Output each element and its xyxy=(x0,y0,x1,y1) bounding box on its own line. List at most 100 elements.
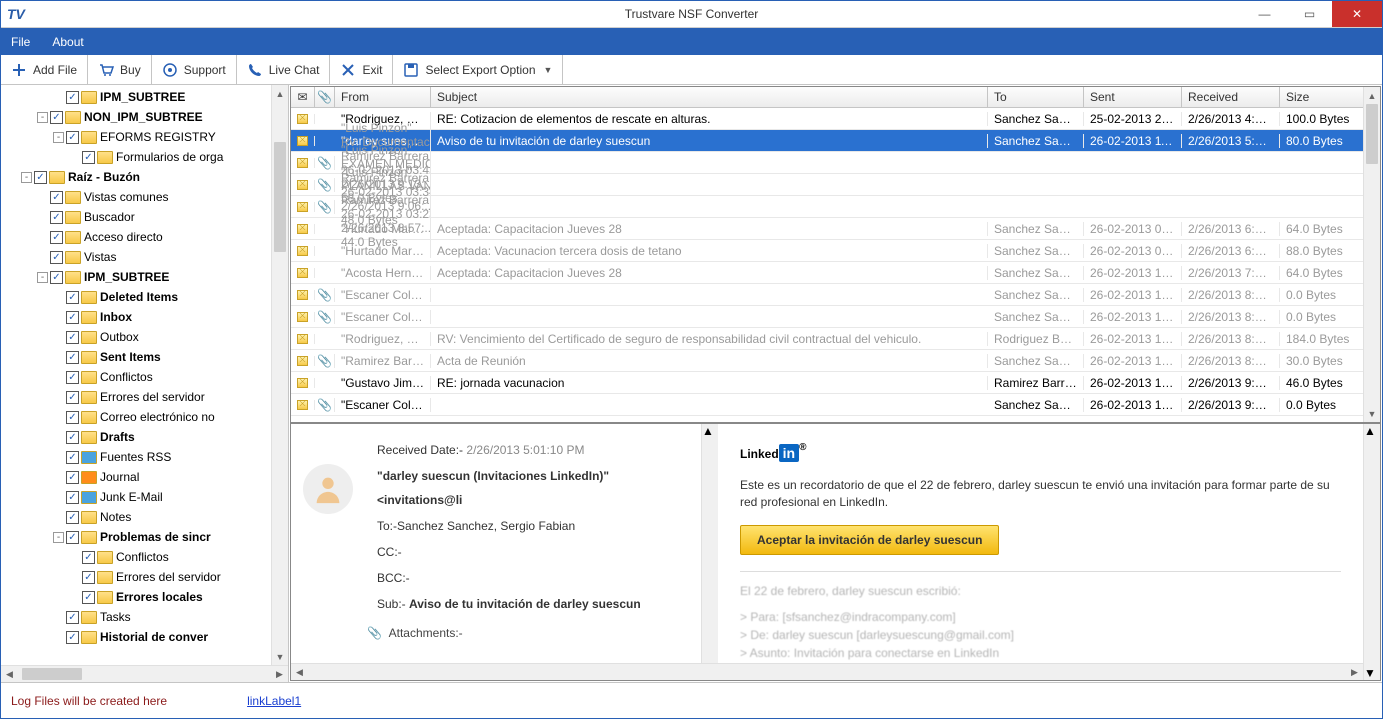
expand-toggle[interactable]: - xyxy=(37,272,48,283)
tree-item[interactable]: ✓Notes xyxy=(1,507,288,527)
preview-left-scrollbar[interactable]: ▲ ▼ xyxy=(701,424,718,680)
scroll-down-icon[interactable]: ▼ xyxy=(1364,666,1380,680)
message-row[interactable]: 📎"Luis Pinzon" PLANILLAS VANS SPS 711Ram… xyxy=(291,196,1380,218)
message-row[interactable]: 📎"Escaner Colomb...Sanchez Sanche...26-0… xyxy=(291,284,1380,306)
tree-item[interactable]: ✓Conflictos xyxy=(1,547,288,567)
checkbox[interactable]: ✓ xyxy=(66,631,79,644)
menu-file[interactable]: File xyxy=(11,35,30,49)
tree-item[interactable]: ✓Journal xyxy=(1,467,288,487)
link-label[interactable]: linkLabel1 xyxy=(247,694,301,708)
tree-item[interactable]: -✓Raíz - Buzón xyxy=(1,167,288,187)
tree-item[interactable]: ✓Junk E-Mail xyxy=(1,487,288,507)
exit-button[interactable]: Exit xyxy=(330,55,393,84)
folder-tree[interactable]: ✓IPM_SUBTREE-✓NON_IPM_SUBTREE-✓EFORMS RE… xyxy=(1,85,288,665)
tree-item[interactable]: ✓Errores del servidor xyxy=(1,567,288,587)
preview-right-scrollbar[interactable]: ▲ ▼ xyxy=(1363,424,1380,680)
scroll-thumb[interactable] xyxy=(274,142,286,252)
tree-item[interactable]: ✓Vistas comunes xyxy=(1,187,288,207)
live-chat-button[interactable]: Live Chat xyxy=(237,55,331,84)
tree-item[interactable]: ✓Errores del servidor xyxy=(1,387,288,407)
tree-item[interactable]: ✓Drafts xyxy=(1,427,288,447)
checkbox[interactable]: ✓ xyxy=(50,271,63,284)
checkbox[interactable]: ✓ xyxy=(50,231,63,244)
scroll-right-icon[interactable]: ▶ xyxy=(271,666,288,682)
support-button[interactable]: Support xyxy=(152,55,237,84)
checkbox[interactable]: ✓ xyxy=(82,151,95,164)
scroll-up-icon[interactable]: ▲ xyxy=(702,424,718,438)
checkbox[interactable]: ✓ xyxy=(50,211,63,224)
tree-item[interactable]: ✓Acceso directo xyxy=(1,227,288,247)
checkbox[interactable]: ✓ xyxy=(50,111,63,124)
message-row[interactable]: "Gustavo Jimene...RE: jornada vacunacion… xyxy=(291,372,1380,394)
accept-invitation-button[interactable]: Aceptar la invitación de darley suescun xyxy=(740,525,999,555)
expand-toggle[interactable]: - xyxy=(53,532,64,543)
expand-toggle[interactable]: - xyxy=(37,112,48,123)
tree-item[interactable]: ✓Correo electrónico no xyxy=(1,407,288,427)
tree-item[interactable]: ✓Deleted Items xyxy=(1,287,288,307)
message-row[interactable]: "darley suescun (...Aviso de tu invitaci… xyxy=(291,130,1380,152)
tree-item[interactable]: ✓Vistas xyxy=(1,247,288,267)
checkbox[interactable]: ✓ xyxy=(66,611,79,624)
message-row[interactable]: 📎"Luis Pinzon" Rv: Documentacion.....SPS… xyxy=(291,152,1380,174)
tree-item[interactable]: ✓Fuentes RSS xyxy=(1,447,288,467)
header-attachment[interactable]: 📎 xyxy=(315,87,335,107)
tree-item[interactable]: ✓Outbox xyxy=(1,327,288,347)
message-row[interactable]: "Rodriguez, Roci...RE: Cotizacion de ele… xyxy=(291,108,1380,130)
scroll-up-icon[interactable]: ▲ xyxy=(1364,424,1380,438)
menu-about[interactable]: About xyxy=(52,35,83,49)
message-row[interactable]: "Acosta Hernand...Aceptada: Capacitacion… xyxy=(291,262,1380,284)
tree-item[interactable]: ✓Inbox xyxy=(1,307,288,327)
tree-item[interactable]: ✓Conflictos xyxy=(1,367,288,387)
checkbox[interactable]: ✓ xyxy=(66,411,79,424)
tree-vertical-scrollbar[interactable]: ▲ ▼ xyxy=(271,85,288,665)
message-row[interactable]: "Hurtado Martine...Aceptada: Vacunacion … xyxy=(291,240,1380,262)
checkbox[interactable]: ✓ xyxy=(66,451,79,464)
scroll-up-icon[interactable]: ▲ xyxy=(1364,87,1380,104)
message-row[interactable]: "Hurtado Martine...Aceptada: Capacitacio… xyxy=(291,218,1380,240)
header-sent[interactable]: Sent xyxy=(1084,87,1182,107)
message-row[interactable]: 📎"Luis Pinzon" EXAMEN MEDICO JOSE RUEDAR… xyxy=(291,174,1380,196)
tree-item[interactable]: ✓IPM_SUBTREE xyxy=(1,87,288,107)
header-subject[interactable]: Subject xyxy=(431,87,988,107)
checkbox[interactable]: ✓ xyxy=(66,331,79,344)
tree-item[interactable]: ✓Historial de conver xyxy=(1,627,288,647)
checkbox[interactable]: ✓ xyxy=(66,291,79,304)
maximize-button[interactable]: ▭ xyxy=(1287,1,1332,27)
checkbox[interactable]: ✓ xyxy=(66,371,79,384)
header-icon[interactable]: ✉ xyxy=(291,87,315,107)
tree-item[interactable]: ✓Buscador xyxy=(1,207,288,227)
checkbox[interactable]: ✓ xyxy=(66,391,79,404)
message-row[interactable]: "Rodriguez, Roci...RV: Vencimiento del C… xyxy=(291,328,1380,350)
tree-horizontal-scrollbar[interactable]: ◀ ▶ xyxy=(1,665,288,682)
tree-item[interactable]: -✓NON_IPM_SUBTREE xyxy=(1,107,288,127)
scroll-down-icon[interactable]: ▼ xyxy=(272,648,288,665)
tree-item[interactable]: ✓Sent Items xyxy=(1,347,288,367)
checkbox[interactable]: ✓ xyxy=(50,251,63,264)
close-button[interactable]: ✕ xyxy=(1332,1,1382,27)
scroll-thumb[interactable] xyxy=(1366,104,1378,164)
checkbox[interactable]: ✓ xyxy=(82,551,95,564)
scroll-up-icon[interactable]: ▲ xyxy=(272,85,288,102)
scroll-left-icon[interactable]: ◀ xyxy=(1,666,18,682)
message-row[interactable]: 📎"Escaner Colomb...Sanchez Sanche...26-0… xyxy=(291,394,1380,416)
checkbox[interactable]: ✓ xyxy=(66,91,79,104)
checkbox[interactable]: ✓ xyxy=(50,191,63,204)
tree-item[interactable]: -✓Problemas de sincr xyxy=(1,527,288,547)
checkbox[interactable]: ✓ xyxy=(82,591,95,604)
header-to[interactable]: To xyxy=(988,87,1084,107)
buy-button[interactable]: Buy xyxy=(88,55,152,84)
tree-item[interactable]: ✓Tasks xyxy=(1,607,288,627)
message-row[interactable]: 📎"Ramirez Barrera...Acta de ReuniónSanch… xyxy=(291,350,1380,372)
scroll-down-icon[interactable]: ▼ xyxy=(1364,405,1380,422)
expand-toggle[interactable]: - xyxy=(53,132,64,143)
scroll-thumb[interactable] xyxy=(22,668,82,680)
checkbox[interactable]: ✓ xyxy=(66,131,79,144)
grid-vertical-scrollbar[interactable]: ▲ ▼ xyxy=(1363,87,1380,422)
tree-item[interactable]: -✓IPM_SUBTREE xyxy=(1,267,288,287)
scroll-thumb[interactable] xyxy=(1364,438,1380,478)
expand-toggle[interactable]: - xyxy=(21,172,32,183)
scroll-thumb[interactable] xyxy=(702,438,718,498)
tree-item[interactable]: ✓Errores locales xyxy=(1,587,288,607)
message-row[interactable]: 📎"Escaner Colomb...Sanchez Sanche...26-0… xyxy=(291,306,1380,328)
checkbox[interactable]: ✓ xyxy=(66,351,79,364)
